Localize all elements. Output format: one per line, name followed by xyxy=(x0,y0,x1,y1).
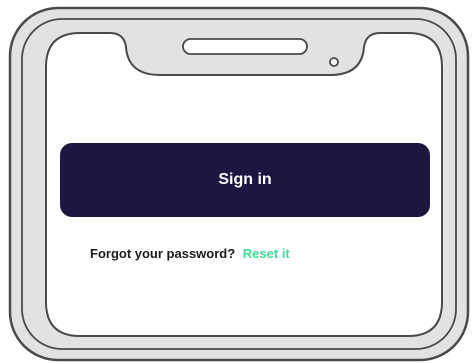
sign-in-button-label: Sign in xyxy=(218,171,272,188)
forgot-password-prompt: Forgot your password? xyxy=(90,246,236,261)
password-recovery-row: Forgot your password? Reset it xyxy=(90,246,290,261)
screen-content: Sign in Forgot your password? Reset it xyxy=(0,0,475,363)
reset-password-link[interactable]: Reset it xyxy=(243,246,290,261)
sign-in-button[interactable]: Sign in xyxy=(60,143,430,217)
